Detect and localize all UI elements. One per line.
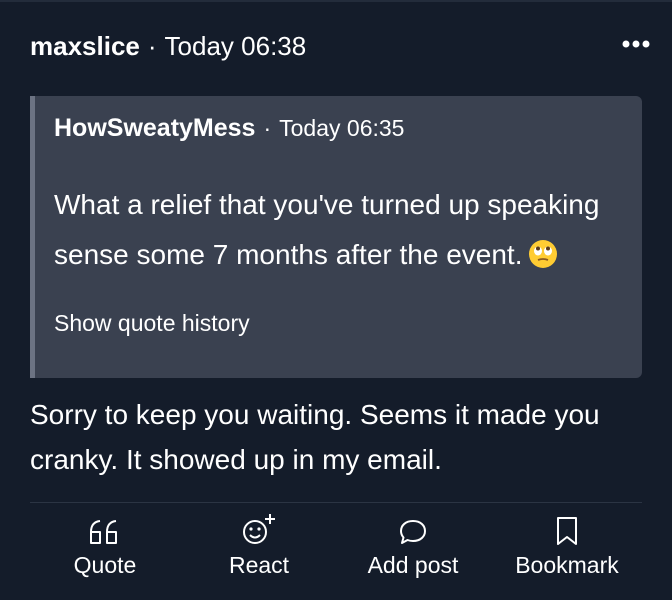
quote-body-text: What a relief that you've turned up spea… [54, 189, 600, 270]
bookmark-button-label: Bookmark [515, 552, 619, 578]
post-header: maxslice · Today 06:38 [30, 26, 652, 66]
react-button-label: React [228, 552, 290, 578]
post-author[interactable]: maxslice [30, 31, 140, 62]
quote-block: HowSweatyMess · Today 06:35 What a relie… [30, 96, 642, 378]
more-horizontal-icon [622, 40, 650, 48]
quote-text: What a relief that you've turned up spea… [54, 180, 624, 280]
actions-divider [30, 502, 642, 503]
react-button[interactable]: React [184, 512, 334, 592]
forum-post: maxslice · Today 06:38 HowSweatyMess · T… [0, 0, 672, 600]
quote-button-label: Quote [73, 552, 137, 578]
quote-timestamp[interactable]: Today 06:35 [279, 115, 404, 142]
bookmark-icon [557, 517, 577, 545]
quote-icon [90, 520, 117, 544]
add-post-button-label: Add post [367, 552, 459, 578]
quote-button[interactable]: Quote [30, 512, 180, 592]
post-timestamp[interactable]: Today 06:38 [165, 31, 307, 62]
card-top-border [0, 0, 672, 2]
quote-author[interactable]: HowSweatyMess [54, 114, 255, 143]
bookmark-button[interactable]: Bookmark [492, 512, 642, 592]
show-quote-history-link[interactable]: Show quote history [54, 310, 250, 337]
quote-header: HowSweatyMess · Today 06:35 [54, 114, 404, 143]
eye-roll-emoji-icon [529, 240, 558, 268]
speech-bubble-icon [400, 520, 426, 544]
quote-bar [30, 96, 35, 378]
post-actions: Quote React Add post Bookmark [30, 512, 642, 592]
add-post-button[interactable]: Add post [338, 512, 488, 592]
post-body: Sorry to keep you waiting. Seems it made… [30, 399, 600, 475]
more-options-button[interactable] [612, 20, 660, 68]
react-smiley-icon [243, 514, 275, 544]
quote-separator: · [263, 115, 272, 141]
header-separator: · [147, 30, 157, 61]
